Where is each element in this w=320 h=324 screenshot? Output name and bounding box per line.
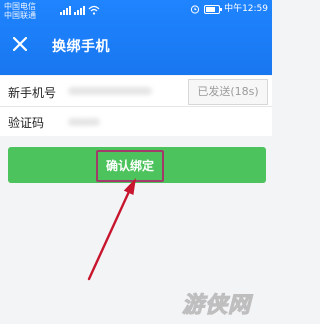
confirm-bind-button-label[interactable]: 确认绑定	[96, 150, 164, 182]
signal-icons	[60, 5, 100, 15]
top-header: 中国电信 中国联通 中午12:59 换绑手机	[0, 0, 272, 75]
status-right: 中午12:59	[190, 4, 268, 14]
watermark-text: 游侠网	[181, 293, 252, 319]
wifi-icon	[88, 5, 100, 15]
nav-row: 换绑手机	[0, 28, 272, 62]
status-time: 中午12:59	[224, 3, 268, 14]
signal-icon-1	[60, 6, 71, 15]
phone-form: 新手机号 已发送(18s) 验证码	[0, 76, 272, 136]
carrier-name-2: 中国联通	[4, 11, 36, 20]
alarm-icon	[190, 5, 200, 14]
phone-input[interactable]	[68, 87, 152, 95]
signal-icon-2	[74, 6, 85, 15]
arrow-shaft	[87, 183, 134, 281]
carrier-name-1: 中国电信	[4, 2, 36, 11]
verification-code-input[interactable]	[68, 118, 100, 126]
phone-row: 新手机号 已发送(18s)	[0, 76, 272, 107]
phone-label: 新手机号	[8, 86, 57, 100]
watermark-logo: 游侠网	[178, 285, 270, 319]
code-row: 验证码	[0, 106, 272, 136]
status-bar: 中国电信 中国联通 中午12:59	[0, 0, 272, 20]
page-title: 换绑手机	[52, 39, 110, 55]
code-label: 验证码	[8, 116, 45, 130]
carrier-info: 中国电信 中国联通	[4, 2, 36, 20]
resend-code-button[interactable]: 已发送(18s)	[188, 79, 268, 105]
close-icon[interactable]	[10, 34, 30, 54]
battery-icon	[204, 4, 223, 14]
